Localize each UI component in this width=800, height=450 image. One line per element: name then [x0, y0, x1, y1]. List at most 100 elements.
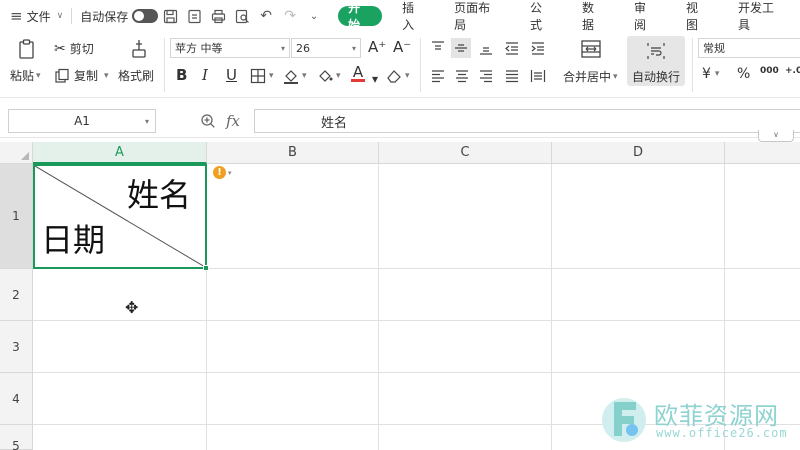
tab-developer[interactable]: 开发工具 — [724, 0, 800, 32]
zoom-icon[interactable] — [200, 113, 216, 129]
merge-center-menu[interactable]: 合并居中 ▾ — [563, 68, 618, 85]
file-menu[interactable]: ≡ 文件 ∨ — [10, 0, 63, 32]
shrink-font-button[interactable]: A⁻ — [393, 38, 411, 56]
row-header-2[interactable]: 2 — [0, 269, 33, 321]
align-right-icon — [480, 70, 492, 83]
print-icon[interactable] — [210, 8, 226, 24]
distributed-button[interactable] — [530, 68, 546, 84]
tab-insert[interactable]: 插入 — [388, 0, 440, 32]
paste-button[interactable] — [16, 38, 38, 60]
clear-format-button[interactable]: ▾ — [386, 68, 410, 84]
font-size-select[interactable]: 26 ▾ — [291, 38, 361, 58]
format-painter-button[interactable] — [128, 38, 150, 60]
chevron-down-icon: ▾ — [144, 116, 149, 126]
align-center-icon — [456, 70, 468, 83]
font-name-select[interactable]: 苹方 中等 ▾ — [170, 38, 290, 58]
menu-bar: ≡ 文件 ∨ 自动保存 ↶ ↷ ⌄ 开始 插入 页面布局 公式 数据 审阅 视图… — [0, 0, 800, 32]
justify-icon — [506, 70, 518, 83]
chevron-down-icon: ▾ — [714, 69, 720, 79]
insert-function-icon[interactable]: fx — [226, 112, 240, 130]
gridline — [33, 320, 800, 321]
select-all-button[interactable] — [0, 142, 33, 164]
bold-button[interactable]: B — [176, 66, 187, 84]
error-check-button[interactable]: ! ▾ — [213, 166, 232, 179]
redo-icon[interactable]: ↷ — [282, 8, 298, 24]
align-right-button[interactable] — [478, 68, 494, 84]
name-box[interactable]: A1 ▾ — [8, 109, 156, 133]
watermark-logo-icon — [602, 398, 646, 442]
align-bottom-button[interactable] — [478, 40, 494, 56]
autosave-control[interactable]: 自动保存 — [80, 0, 159, 32]
tab-data[interactable]: 数据 — [568, 0, 620, 32]
undo-icon[interactable]: ↶ — [258, 8, 274, 24]
decrease-indent-button[interactable] — [504, 40, 520, 56]
cut-button[interactable]: ✂ 剪切 — [54, 40, 94, 57]
tab-review[interactable]: 审阅 — [620, 0, 672, 32]
paste-menu[interactable]: 粘贴 ▾ — [10, 67, 41, 84]
copy-button[interactable]: 复制 ▾ — [54, 67, 109, 84]
tab-home[interactable]: 开始 — [338, 1, 383, 32]
paste-icon — [19, 39, 34, 59]
name-box-value: A1 — [74, 114, 90, 128]
fill-color-button[interactable]: ▾ — [283, 68, 307, 84]
eraser-icon — [387, 70, 401, 83]
increase-indent-button[interactable] — [530, 40, 546, 56]
save-icon[interactable] — [162, 8, 178, 24]
chevron-down-icon[interactable]: ▾ — [372, 72, 378, 86]
paste-label: 粘贴 — [10, 69, 35, 83]
autosave-toggle[interactable] — [132, 9, 159, 23]
formula-input[interactable]: 姓名 — [254, 109, 800, 133]
customize-toolbar-icon[interactable]: ⌄ — [306, 8, 322, 24]
row-header-1[interactable]: 1 — [0, 164, 33, 269]
highlight-button[interactable]: ▾ — [317, 68, 341, 84]
percent-button[interactable]: % — [737, 66, 750, 82]
wrap-text-label: 自动换行 — [632, 70, 681, 84]
underline-button[interactable]: U — [226, 66, 237, 84]
file-menu-label: 文件 — [26, 9, 51, 24]
fill-handle[interactable] — [203, 265, 209, 271]
column-header-b[interactable]: B — [207, 142, 379, 164]
row-header-5[interactable]: 5 — [0, 425, 33, 450]
align-middle-button[interactable] — [451, 38, 471, 58]
format-painter-icon — [132, 40, 146, 58]
thousands-separator-button[interactable]: 000 — [760, 66, 779, 76]
borders-button[interactable]: ▾ — [250, 68, 274, 84]
gridline — [551, 164, 552, 450]
expand-ribbon-button[interactable]: ∨ — [758, 130, 794, 142]
number-format-value: 常规 — [703, 42, 725, 55]
cell-cursor-icon: ✥ — [125, 298, 139, 317]
increase-decimal-button[interactable]: +.0 — [785, 66, 800, 76]
chevron-down-icon: ▾ — [228, 168, 232, 177]
tab-view[interactable]: 视图 — [672, 0, 724, 32]
align-bottom-icon — [480, 47, 492, 55]
ribbon-home: 粘贴 ▾ ✂ 剪切 复制 ▾ 格式刷 苹方 中等 ▾ 26 ▾ A⁺ A⁻ B … — [0, 32, 800, 98]
merge-cells-icon — [581, 40, 601, 58]
export-pdf-icon[interactable] — [186, 8, 202, 24]
column-header-d[interactable]: D — [552, 142, 725, 164]
row-header-3[interactable]: 3 — [0, 321, 33, 373]
font-color-button[interactable]: A — [351, 65, 365, 82]
tab-page-layout[interactable]: 页面布局 — [440, 0, 516, 32]
align-center-button[interactable] — [454, 68, 470, 84]
currency-button[interactable]: ¥ ▾ — [702, 66, 719, 82]
merge-center-icon-button[interactable] — [580, 38, 602, 60]
paint-bucket-icon — [319, 70, 333, 82]
column-header-e[interactable] — [725, 142, 800, 164]
tab-formulas[interactable]: 公式 — [516, 0, 568, 32]
align-left-button[interactable] — [430, 68, 446, 84]
align-top-icon — [432, 41, 444, 50]
row-header-4[interactable]: 4 — [0, 373, 33, 425]
chevron-down-icon: ▾ — [351, 43, 356, 53]
italic-button[interactable]: I — [202, 66, 208, 84]
number-format-select[interactable]: 常规 — [698, 38, 800, 58]
autosave-label: 自动保存 — [80, 9, 129, 24]
column-header-c[interactable]: C — [379, 142, 552, 164]
grow-font-button[interactable]: A⁺ — [368, 38, 386, 56]
hamburger-icon: ≡ — [10, 7, 23, 25]
cell-a1[interactable]: 姓名 日期 — [33, 164, 209, 271]
print-preview-icon[interactable] — [234, 8, 250, 24]
align-top-button[interactable] — [430, 40, 446, 56]
justify-button[interactable] — [504, 68, 520, 84]
column-header-a[interactable]: A — [33, 142, 207, 164]
gridline — [33, 372, 800, 373]
